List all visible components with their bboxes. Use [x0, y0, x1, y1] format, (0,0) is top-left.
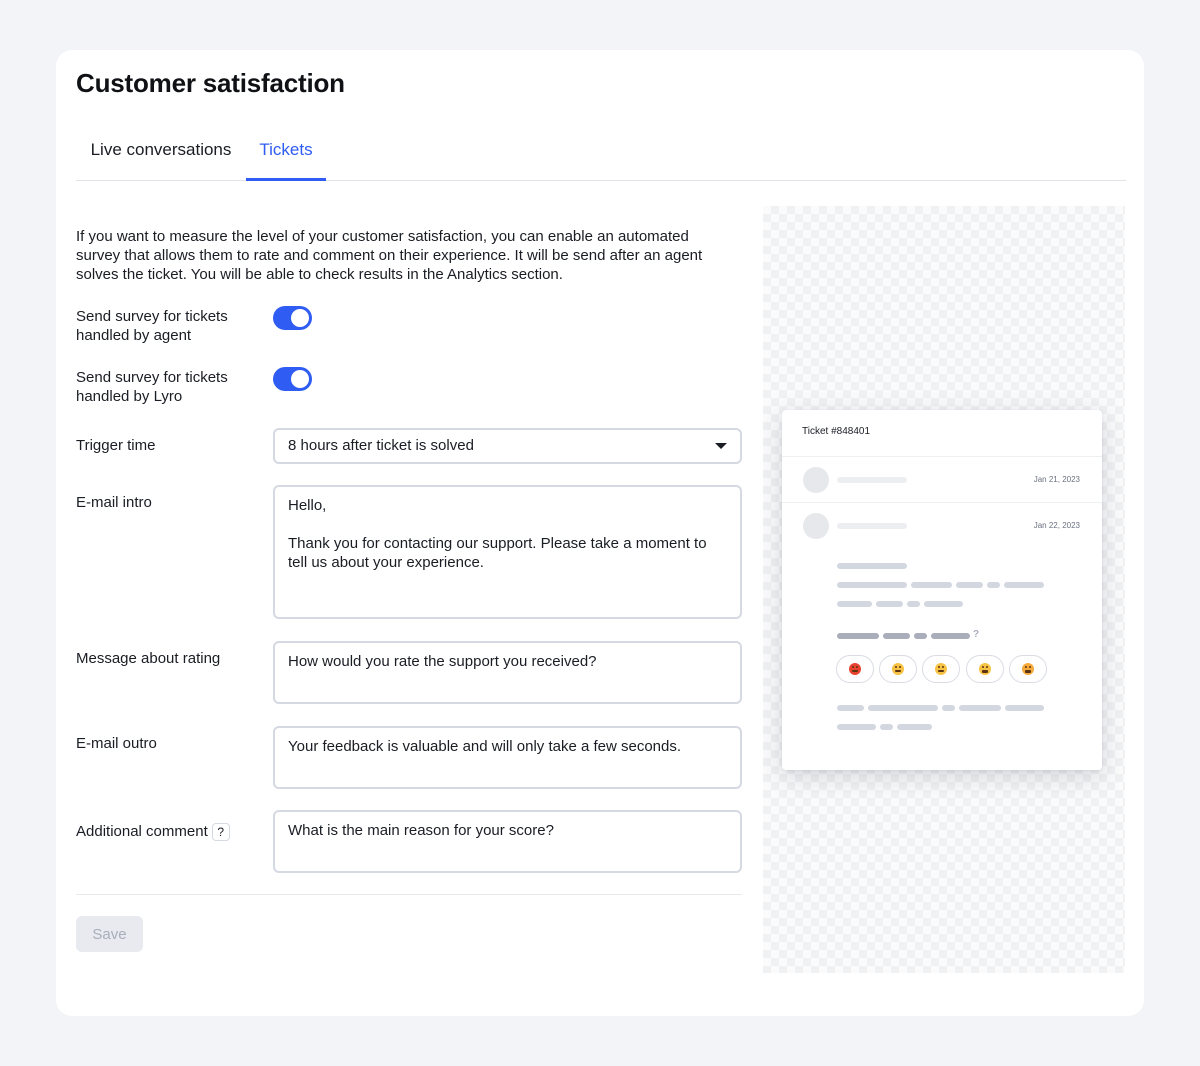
trigger-time-select[interactable]: 8 hours after ticket is solved — [273, 428, 742, 464]
additional-comment-label: Additional comment — [76, 823, 208, 840]
skeleton-line — [837, 477, 907, 483]
divider — [782, 456, 1102, 457]
intro-description: If you want to measure the level of your… — [76, 228, 703, 283]
skeleton-line — [837, 582, 907, 588]
skeleton-line — [987, 582, 1000, 588]
ticket-preview-card: Ticket #848401 Jan 21, 2023 Jan 22, 2023 — [782, 410, 1102, 770]
survey-lyro-label: Send survey for tickets handled by Lyro — [76, 369, 228, 405]
email-preview-panel: Ticket #848401 Jan 21, 2023 Jan 22, 2023 — [763, 206, 1125, 973]
skeleton-line — [942, 705, 955, 711]
save-button[interactable]: Save — [76, 916, 143, 952]
page-title: Customer satisfaction — [76, 68, 345, 98]
email-outro-textarea[interactable]: Your feedback is valuable and will only … — [273, 726, 742, 789]
skeleton-line — [1004, 582, 1044, 588]
additional-comment-label-row: Additional comment? — [76, 822, 261, 841]
skeleton-line — [876, 601, 903, 607]
skeleton-line — [924, 601, 963, 607]
angry-face-icon[interactable] — [836, 655, 874, 683]
message-date: Jan 22, 2023 — [1033, 521, 1080, 530]
skeleton-line — [837, 705, 864, 711]
neutral-face-icon[interactable] — [922, 655, 960, 683]
skeleton-line — [911, 582, 952, 588]
toggle-knob — [291, 309, 309, 327]
email-intro-textarea[interactable]: Hello, Thank you for contacting our supp… — [273, 485, 742, 619]
caret-down-icon — [715, 443, 727, 449]
skeleton-line — [907, 601, 920, 607]
tab-bar: Live conversations Tickets — [76, 130, 1126, 181]
skeleton-line — [837, 724, 876, 730]
settings-card: Customer satisfaction Live conversations… — [56, 50, 1144, 1016]
trigger-time-value: 8 hours after ticket is solved — [288, 437, 474, 454]
skeleton-line — [959, 705, 1001, 711]
skeleton-line — [883, 633, 910, 639]
skeleton-line — [868, 705, 938, 711]
ticket-title: Ticket #848401 — [802, 426, 871, 437]
confused-face-icon[interactable] — [879, 655, 917, 683]
question-mark: ? — [973, 629, 980, 640]
skeleton-line — [837, 523, 907, 529]
skeleton-line — [931, 633, 970, 639]
email-intro-label: E-mail intro — [76, 494, 152, 511]
skeleton-line — [914, 633, 927, 639]
divider — [76, 894, 742, 895]
survey-agent-toggle[interactable] — [273, 306, 312, 330]
skeleton-line — [956, 582, 983, 588]
tab-tickets[interactable]: Tickets — [246, 130, 326, 181]
tab-live-conversations[interactable]: Live conversations — [76, 130, 246, 181]
divider — [782, 502, 1102, 503]
skeleton-line — [897, 724, 932, 730]
grinning-face-icon[interactable] — [966, 655, 1004, 683]
survey-agent-label: Send survey for tickets handled by agent — [76, 308, 228, 344]
trigger-time-label: Trigger time — [76, 437, 156, 454]
avatar — [803, 513, 829, 539]
email-outro-label: E-mail outro — [76, 735, 157, 752]
heart-eyes-face-icon[interactable] — [1009, 655, 1047, 683]
survey-lyro-toggle[interactable] — [273, 367, 312, 391]
rating-message-textarea[interactable]: How would you rate the support you recei… — [273, 641, 742, 704]
skeleton-line — [880, 724, 893, 730]
rating-message-label: Message about rating — [76, 650, 221, 667]
avatar — [803, 467, 829, 493]
additional-comment-textarea[interactable]: What is the main reason for your score? — [273, 810, 742, 873]
skeleton-line — [837, 601, 872, 607]
toggle-knob — [291, 370, 309, 388]
skeleton-line — [837, 563, 907, 569]
skeleton-line — [1005, 705, 1044, 711]
help-icon[interactable]: ? — [211, 823, 230, 841]
message-date: Jan 21, 2023 — [1033, 475, 1080, 484]
skeleton-line — [837, 633, 879, 639]
